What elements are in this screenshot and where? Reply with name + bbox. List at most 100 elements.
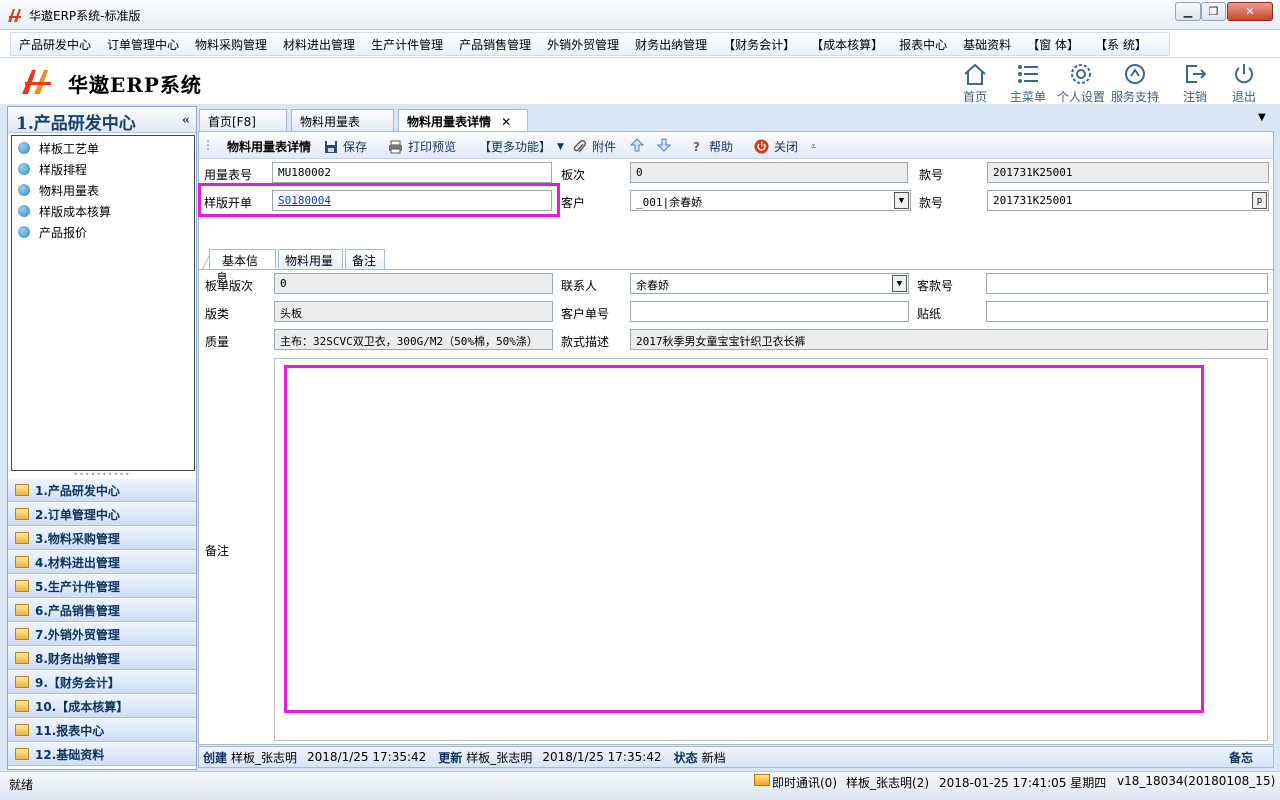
save-button[interactable]: 保存 — [324, 138, 367, 155]
attachment-label: 附件 — [592, 140, 617, 154]
menu-item-13[interactable]: 【系 统】 — [1095, 36, 1147, 53]
panel-splitter[interactable]: •••••••••• — [8, 470, 196, 479]
menu-item-11[interactable]: 基础资料 — [963, 36, 1011, 53]
main-menu-label: 主菜单 — [1009, 90, 1046, 104]
exit-button[interactable]: 退出 — [1215, 62, 1273, 104]
left-panel-title-text: 1.产品研发中心 — [16, 114, 136, 134]
menu-item-4[interactable]: 生产计件管理 — [371, 36, 443, 53]
close-label: 关闭 — [774, 140, 799, 154]
module-button-6[interactable]: 6.产品销售管理 — [8, 598, 196, 622]
menu-item-9[interactable]: 【成本核算】 — [811, 36, 883, 53]
module-button-2[interactable]: 2.订单管理中心 — [8, 502, 196, 526]
customer-select[interactable]: _001|余春娇 ▼ — [630, 190, 911, 211]
toolbar-overflow-icon[interactable]: ⩡ — [811, 142, 816, 152]
module-button-10[interactable]: 10.【成本核算】 — [8, 694, 196, 718]
module-button-3[interactable]: 3.物料采购管理 — [8, 526, 196, 550]
sticker-input[interactable] — [986, 301, 1268, 322]
usage-no-field[interactable]: MU180002 — [272, 162, 552, 183]
brand-name: 华遨ERP系统 — [68, 73, 202, 97]
sub-item-sample-process[interactable]: 样板工艺单 — [18, 138, 99, 158]
bullet-icon — [18, 142, 30, 154]
left-panel-title: 1.产品研发中心 « — [8, 107, 196, 134]
more-functions-button[interactable]: 【更多功能】 ▼ — [479, 138, 564, 155]
menu-item-5[interactable]: 产品销售管理 — [459, 36, 531, 53]
tab-close-icon[interactable]: ✕ — [501, 115, 511, 129]
style-no-label: 款号 — [919, 168, 944, 182]
brand-logo-icon — [22, 66, 54, 96]
restore-button[interactable]: ❐ — [1201, 2, 1226, 21]
tab-dropdown-icon[interactable]: ▼ — [1258, 112, 1266, 123]
customer-label: 客户 — [561, 196, 586, 210]
move-down-button[interactable] — [657, 138, 676, 152]
chevron-down-icon[interactable]: ▼ — [892, 275, 907, 292]
module-button-12[interactable]: 12.基础资料 — [8, 742, 196, 766]
service-support-button[interactable]: 服务支持 — [1106, 62, 1164, 104]
menu-item-10[interactable]: 报表中心 — [899, 36, 947, 53]
sub-item-quotation[interactable]: 产品报价 — [18, 222, 87, 242]
help-button[interactable]: ? 帮助 — [693, 138, 733, 155]
minimize-button[interactable]: ▁ — [1175, 2, 1201, 21]
bullet-icon — [18, 205, 30, 217]
collapse-icon[interactable]: « — [182, 113, 190, 128]
print-preview-button[interactable]: 打印预览 — [388, 138, 456, 155]
contact-select[interactable]: 余春娇 ▼ — [630, 273, 909, 294]
move-up-button[interactable] — [630, 138, 649, 152]
module-label: 11.报表中心 — [35, 723, 105, 738]
style-no2-field[interactable]: 201731K25001 p — [987, 190, 1269, 211]
tab-material-usage[interactable]: 物料用量表 — [291, 109, 394, 131]
module-button-9[interactable]: 9.【财务会计】 — [8, 670, 196, 694]
cust-style-input[interactable] — [986, 273, 1268, 294]
module-button-4[interactable]: 4.材料进出管理 — [8, 550, 196, 574]
personal-settings-button[interactable]: 个人设置 — [1052, 62, 1110, 104]
highlight-remark-area — [284, 365, 1204, 713]
desc-field: 2017秋季男女童宝宝针织卫衣长裤 — [630, 329, 1268, 350]
subtab-basic-info[interactable]: ╱ 基本信息 — [202, 249, 276, 285]
attachment-button[interactable]: 附件 — [573, 138, 616, 155]
save-label: 保存 — [343, 140, 368, 154]
module-button-1[interactable]: 1.产品研发中心 — [8, 478, 196, 502]
subtab-remarks[interactable]: 备注 — [345, 249, 385, 269]
menu-item-12[interactable]: 【窗 体】 — [1027, 36, 1079, 53]
menu-item-8[interactable]: 【财务会计】 — [723, 36, 795, 53]
module-button-8[interactable]: 8.财务出纳管理 — [8, 646, 196, 670]
tab-material-usage-detail[interactable]: 物料用量表详情 ✕ — [398, 109, 528, 132]
sticker-label: 贴纸 — [917, 307, 942, 321]
subtab-material-usage[interactable]: 物料用量 — [278, 249, 343, 269]
tab-home[interactable]: 首页[F8] — [199, 109, 287, 131]
module-button-5[interactable]: 5.生产计件管理 — [8, 574, 196, 598]
current-user: 样板_张志明(2) — [846, 776, 929, 790]
module-label: 1.产品研发中心 — [35, 483, 120, 498]
cust-order-input[interactable] — [630, 301, 909, 322]
window-close-button[interactable]: ✕ — [1227, 2, 1273, 21]
menu-item-1[interactable]: 订单管理中心 — [107, 36, 179, 53]
sub-item-sample-cost[interactable]: 样版成本核算 — [18, 201, 111, 221]
menu-item-2[interactable]: 物料采购管理 — [195, 36, 267, 53]
folder-icon — [15, 748, 29, 760]
chevron-down-icon[interactable]: ▼ — [894, 192, 909, 209]
memo-button[interactable]: 备忘 — [1229, 749, 1253, 766]
picker-icon[interactable]: p — [1252, 192, 1267, 209]
close-button[interactable]: 关闭 — [754, 138, 798, 155]
folder-icon — [15, 556, 29, 568]
mail-icon[interactable] — [754, 774, 770, 786]
updated-by: 样板_张志明 — [466, 750, 533, 765]
menu-item-3[interactable]: 材料进出管理 — [283, 36, 355, 53]
created-at: 2018/1/25 17:35:42 — [307, 750, 427, 764]
bullet-icon — [18, 226, 30, 238]
home-button[interactable]: 首页 — [946, 62, 1004, 104]
module-button-7[interactable]: 7.外销外贸管理 — [8, 622, 196, 646]
module-button-11[interactable]: 11.报表中心 — [8, 718, 196, 742]
im-status[interactable]: 即时通讯(0) — [772, 774, 837, 791]
menu-item-0[interactable]: 产品研发中心 — [19, 36, 91, 53]
sub-item-material-usage[interactable]: 物料用量表 — [18, 180, 99, 200]
menu-item-6[interactable]: 外销外贸管理 — [547, 36, 619, 53]
remark-label: 备注 — [205, 544, 230, 558]
created-label: 创建 — [203, 750, 228, 765]
status-bar: 就绪 即时通讯(0) 样板_张志明(2) 2018-01-25 17:41:05… — [0, 771, 1280, 800]
menu-item-7[interactable]: 财务出纳管理 — [635, 36, 707, 53]
sub-item-sample-schedule[interactable]: 样版排程 — [18, 159, 87, 179]
more-dropdown-icon: ▼ — [557, 141, 564, 152]
title-bar: 华遨ERP系统-标准版 ▁ ❐ ✕ — [0, 0, 1280, 30]
main-menu-button[interactable]: 主菜单 — [999, 62, 1057, 104]
quality-label: 质量 — [205, 335, 230, 349]
